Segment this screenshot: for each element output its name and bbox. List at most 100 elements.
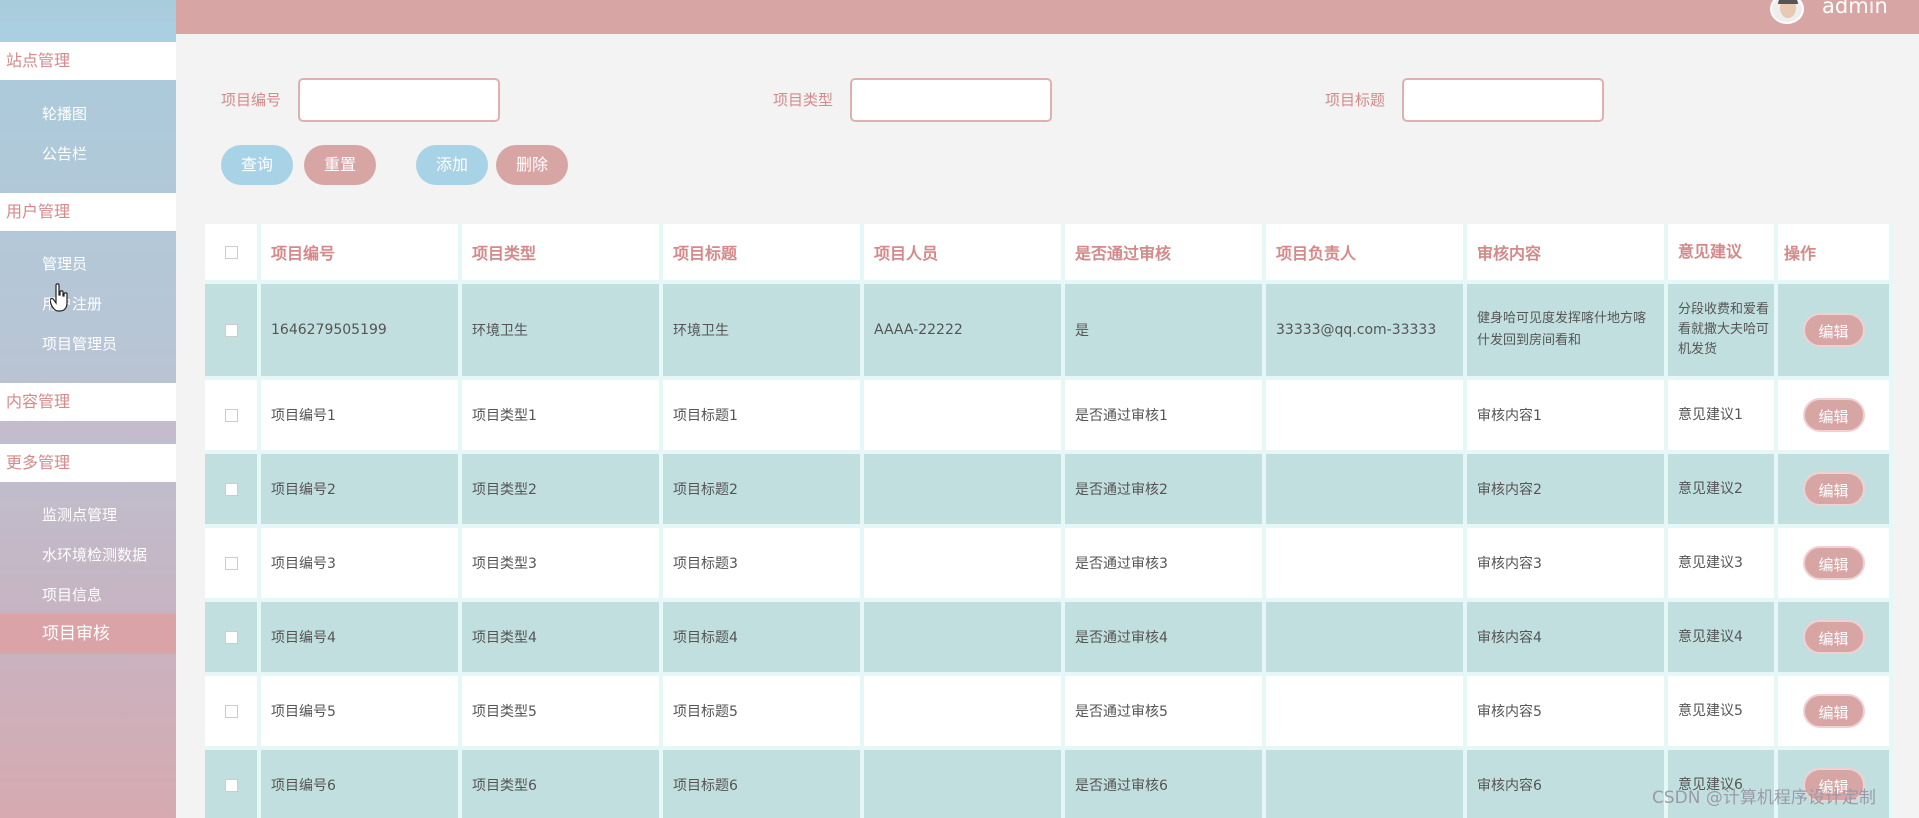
table-row: 项目编号1 项目类型1 项目标题1 是否通过审核1 审核内容1 意见建议1 编辑: [205, 380, 1893, 454]
row-select-cell: [205, 750, 261, 818]
watermark: CSDN @计算机程序设计定制: [1652, 788, 1876, 808]
sidebar-item-water-data[interactable]: 水环境检测数据: [42, 544, 147, 565]
cell-leader: 33333@qq.com-33333: [1266, 284, 1467, 380]
select-all-checkbox[interactable]: [224, 245, 238, 259]
sidebar-item-monitor-points[interactable]: 监测点管理: [42, 504, 117, 525]
cell-project-staff: AAAA-22222: [864, 284, 1065, 380]
header-approved[interactable]: 是否通过审核: [1065, 224, 1266, 284]
row-checkbox[interactable]: [224, 408, 238, 422]
cell-project-title: 项目标题6: [663, 750, 864, 818]
cell-project-id: 项目编号1: [261, 380, 462, 454]
data-table: 项目编号 项目类型 项目标题 项目人员 是否通过审核 项目负责人 审核内容 意见…: [205, 224, 1893, 818]
sidebar-item-project-info[interactable]: 项目信息: [42, 584, 102, 605]
cell-review-content: 审核内容3: [1467, 528, 1668, 602]
edit-button[interactable]: 编辑: [1802, 546, 1865, 580]
cell-project-title: 项目标题1: [663, 380, 864, 454]
cell-approved: 是否通过审核1: [1065, 380, 1266, 454]
cell-project-id: 项目编号4: [261, 602, 462, 676]
header-project-staff[interactable]: 项目人员: [864, 224, 1065, 284]
cell-project-type: 项目类型6: [462, 750, 663, 818]
cell-project-id: 1646279505199: [261, 284, 462, 380]
cell-advice: 意见建议1: [1668, 380, 1778, 454]
sidebar-item-project-review[interactable]: 项目审核: [0, 614, 176, 654]
search-label-project-title: 项目标题: [1325, 91, 1386, 109]
header-project-title[interactable]: 项目标题: [663, 224, 864, 284]
row-checkbox[interactable]: [224, 556, 238, 570]
cell-project-staff: [864, 750, 1065, 818]
row-select-cell: [205, 454, 261, 528]
reset-button[interactable]: 重置: [304, 145, 376, 185]
row-checkbox[interactable]: [224, 323, 238, 337]
sidebar-item-project-admin[interactable]: 项目管理员: [42, 333, 117, 354]
table-row: 项目编号4 项目类型4 项目标题4 是否通过审核4 审核内容4 意见建议4 编辑: [205, 602, 1893, 676]
username[interactable]: admin: [1822, 0, 1888, 18]
cell-approved: 是否通过审核3: [1065, 528, 1266, 602]
cell-project-title: 项目标题2: [663, 454, 864, 528]
cell-review-content: 审核内容4: [1467, 602, 1668, 676]
cell-leader: [1266, 602, 1467, 676]
table-row: 项目编号2 项目类型2 项目标题2 是否通过审核2 审核内容2 意见建议2 编辑: [205, 454, 1893, 528]
header-project-type[interactable]: 项目类型: [462, 224, 663, 284]
cell-project-staff: [864, 602, 1065, 676]
edit-button[interactable]: 编辑: [1802, 472, 1865, 506]
search-input-project-title[interactable]: [1402, 78, 1604, 122]
avatar[interactable]: [1770, 0, 1804, 24]
table-row: 项目编号5 项目类型5 项目标题5 是否通过审核5 审核内容5 意见建议5 编辑: [205, 676, 1893, 750]
cell-review-content: 审核内容5: [1467, 676, 1668, 750]
sidebar-group-content[interactable]: 内容管理: [0, 383, 176, 421]
sidebar-item-admin[interactable]: 管理员: [42, 253, 87, 274]
row-checkbox[interactable]: [224, 704, 238, 718]
cell-project-staff: [864, 454, 1065, 528]
cell-project-staff: [864, 380, 1065, 454]
delete-button[interactable]: 删除: [496, 145, 568, 185]
header-review-content[interactable]: 审核内容: [1467, 224, 1668, 284]
row-select-cell: [205, 528, 261, 602]
row-checkbox[interactable]: [224, 630, 238, 644]
cell-approved: 是否通过审核6: [1065, 750, 1266, 818]
header-leader[interactable]: 项目负责人: [1266, 224, 1467, 284]
row-select-cell: [205, 602, 261, 676]
cell-project-id: 项目编号5: [261, 676, 462, 750]
table-header-row: 项目编号 项目类型 项目标题 项目人员 是否通过审核 项目负责人 审核内容 意见…: [205, 224, 1893, 284]
cell-project-title: 环境卫生: [663, 284, 864, 380]
cell-advice: 意见建议4: [1668, 602, 1778, 676]
cell-approved: 是: [1065, 284, 1266, 380]
search-label-project-id: 项目编号: [221, 91, 282, 109]
cell-approved: 是否通过审核2: [1065, 454, 1266, 528]
cell-project-type: 项目类型3: [462, 528, 663, 602]
cell-advice: 意见建议2: [1668, 454, 1778, 528]
sidebar-group-more[interactable]: 更多管理: [0, 444, 176, 482]
hand-cursor-icon: [50, 283, 68, 312]
cell-review-content: 健身哈可见度发挥喀什地方喀什发回到房间看和: [1467, 284, 1668, 380]
cell-leader: [1266, 454, 1467, 528]
edit-button[interactable]: 编辑: [1802, 398, 1865, 432]
search-input-project-id[interactable]: [298, 78, 500, 122]
sidebar-item-carousel[interactable]: 轮播图: [42, 103, 87, 124]
cell-approved: 是否通过审核4: [1065, 602, 1266, 676]
query-button[interactable]: 查询: [221, 145, 293, 185]
cell-project-type: 项目类型5: [462, 676, 663, 750]
cell-project-id: 项目编号2: [261, 454, 462, 528]
cell-review-content: 审核内容2: [1467, 454, 1668, 528]
sidebar-group-site[interactable]: 站点管理: [0, 42, 176, 80]
sidebar-item-notice[interactable]: 公告栏: [42, 143, 87, 164]
row-select-cell: [205, 380, 261, 454]
edit-button[interactable]: 编辑: [1802, 620, 1865, 654]
cell-advice: 意见建议3: [1668, 528, 1778, 602]
row-checkbox[interactable]: [224, 482, 238, 496]
cell-actions: 编辑: [1778, 380, 1893, 454]
cell-actions: 编辑: [1778, 528, 1893, 602]
row-checkbox[interactable]: [224, 778, 238, 792]
edit-button[interactable]: 编辑: [1802, 694, 1865, 728]
sidebar-group-users[interactable]: 用户管理: [0, 193, 176, 231]
avatar-hair: [1778, 0, 1798, 4]
edit-button[interactable]: 编辑: [1802, 313, 1865, 347]
cell-advice: 分段收费和爱看看就撒大夫哈可机发货: [1668, 284, 1778, 380]
header-project-id[interactable]: 项目编号: [261, 224, 462, 284]
cell-approved: 是否通过审核5: [1065, 676, 1266, 750]
search-input-project-type[interactable]: [850, 78, 1052, 122]
table-row: 项目编号6 项目类型6 项目标题6 是否通过审核6 审核内容6 意见建议6 编辑: [205, 750, 1893, 818]
header-advice[interactable]: 意见建议: [1668, 224, 1778, 284]
cell-review-content: 审核内容6: [1467, 750, 1668, 818]
add-button[interactable]: 添加: [416, 145, 488, 185]
